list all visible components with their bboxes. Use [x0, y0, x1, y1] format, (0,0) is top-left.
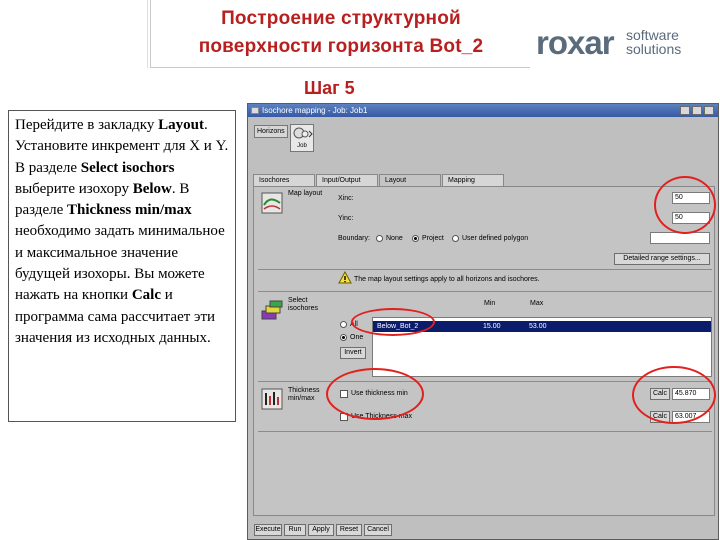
reset-button[interactable]: Reset	[336, 524, 362, 536]
execute-button[interactable]: Execute	[254, 524, 282, 536]
xinc-label: Xinc:	[338, 195, 354, 202]
logo-sub-1: software	[626, 27, 679, 43]
roxar-logo: roxar software solutions	[530, 22, 700, 62]
boundary-user-polygon-label: User defined polygon	[462, 235, 529, 242]
job-label: Job	[297, 143, 307, 149]
boundary-project-label: Project	[422, 235, 444, 242]
instruction-segment: выберите изохору	[15, 180, 133, 197]
isochore-min: 15.00	[483, 323, 501, 330]
step-label: Шаг 5	[304, 78, 355, 98]
layout-panel: Map layout Xinc: 50 Yinc: 50 Boundary: N…	[253, 186, 715, 516]
select-all-radio[interactable]	[340, 321, 347, 328]
boundary-none-radio[interactable]	[376, 235, 383, 242]
instruction-segment: необходимо задать минимальное и максимал…	[15, 223, 225, 304]
separator	[258, 269, 712, 270]
invert-button[interactable]: Invert	[340, 347, 366, 359]
column-max-header: Max	[530, 300, 544, 307]
separator	[258, 431, 712, 432]
logo-sub-2: solutions	[626, 41, 682, 57]
tab-mapping[interactable]: Mapping	[442, 174, 504, 186]
map-layout-icon	[261, 192, 283, 214]
polygon-input[interactable]	[650, 232, 710, 244]
window-title: Isochore mapping - Job: Job1	[262, 106, 368, 115]
instruction-text: Перейдите в закладку Layout. Установите …	[8, 110, 236, 422]
instruction-keyword: Calc	[131, 287, 161, 304]
tab-input-output[interactable]: Input/Output	[316, 174, 378, 186]
boundary-user-polygon-radio[interactable]	[452, 235, 459, 242]
maximize-icon[interactable]	[692, 106, 702, 115]
separator	[258, 291, 712, 292]
run-button[interactable]: Run	[284, 524, 306, 536]
isochore-max: 53.00	[529, 323, 547, 330]
highlight-circle-increment	[654, 176, 716, 234]
instruction-keyword: Select isochors	[80, 159, 175, 176]
cancel-button[interactable]: Cancel	[364, 524, 392, 536]
select-one-label: One	[350, 334, 364, 341]
job-selector[interactable]: Job	[290, 124, 314, 152]
instruction-keyword: Layout	[158, 117, 204, 133]
detailed-range-settings-button[interactable]: Detailed range settings...	[614, 253, 710, 265]
close-icon[interactable]	[704, 106, 714, 115]
bottom-button-bar: Execute Run Apply Reset Cancel	[248, 522, 718, 539]
column-min-header: Min	[484, 300, 496, 307]
thickness-icon	[261, 388, 283, 410]
slide-title-line-1: Построение структурной	[221, 8, 461, 29]
logo-word: roxar	[536, 24, 615, 61]
highlight-circle-calc	[632, 366, 716, 424]
thickness-label: Thickness min/max	[288, 387, 320, 402]
window-icon	[251, 107, 259, 114]
highlight-circle-thickness-checkboxes	[326, 368, 424, 420]
instruction-keyword: Thickness min/max	[67, 202, 192, 219]
layout-note: The map layout settings apply to all hor…	[354, 276, 540, 283]
instruction-segment: Перейдите в закладку	[15, 117, 159, 133]
info-icon	[338, 271, 352, 284]
title-box: Построение структурной поверхности гориз…	[147, 0, 530, 68]
window-titlebar: Isochore mapping - Job: Job1	[248, 104, 718, 117]
slide-title-line-2: поверхности горизонта Bot_2	[198, 36, 484, 57]
highlight-circle-isochore	[351, 308, 435, 336]
boundary-project-radio[interactable]	[412, 235, 419, 242]
map-layout-label: Map layout	[288, 190, 323, 197]
select-one-radio[interactable]	[340, 334, 347, 341]
horizons-button[interactable]: Horizons	[254, 125, 288, 138]
isochore-mapping-window: Isochore mapping - Job: Job1 Horizons Jo…	[247, 103, 719, 540]
yinc-label: Yinc:	[338, 215, 354, 222]
isochores-icon	[261, 300, 283, 320]
job-icon	[293, 127, 313, 139]
select-isochores-label: Select isochores	[288, 297, 318, 312]
boundary-label: Boundary:	[338, 235, 370, 242]
minimize-icon[interactable]	[680, 106, 690, 115]
instruction-keyword: Below	[132, 180, 172, 197]
boundary-none-label: None	[386, 235, 403, 242]
tab-isochores[interactable]: Isochores	[253, 174, 315, 186]
apply-button[interactable]: Apply	[308, 524, 334, 536]
